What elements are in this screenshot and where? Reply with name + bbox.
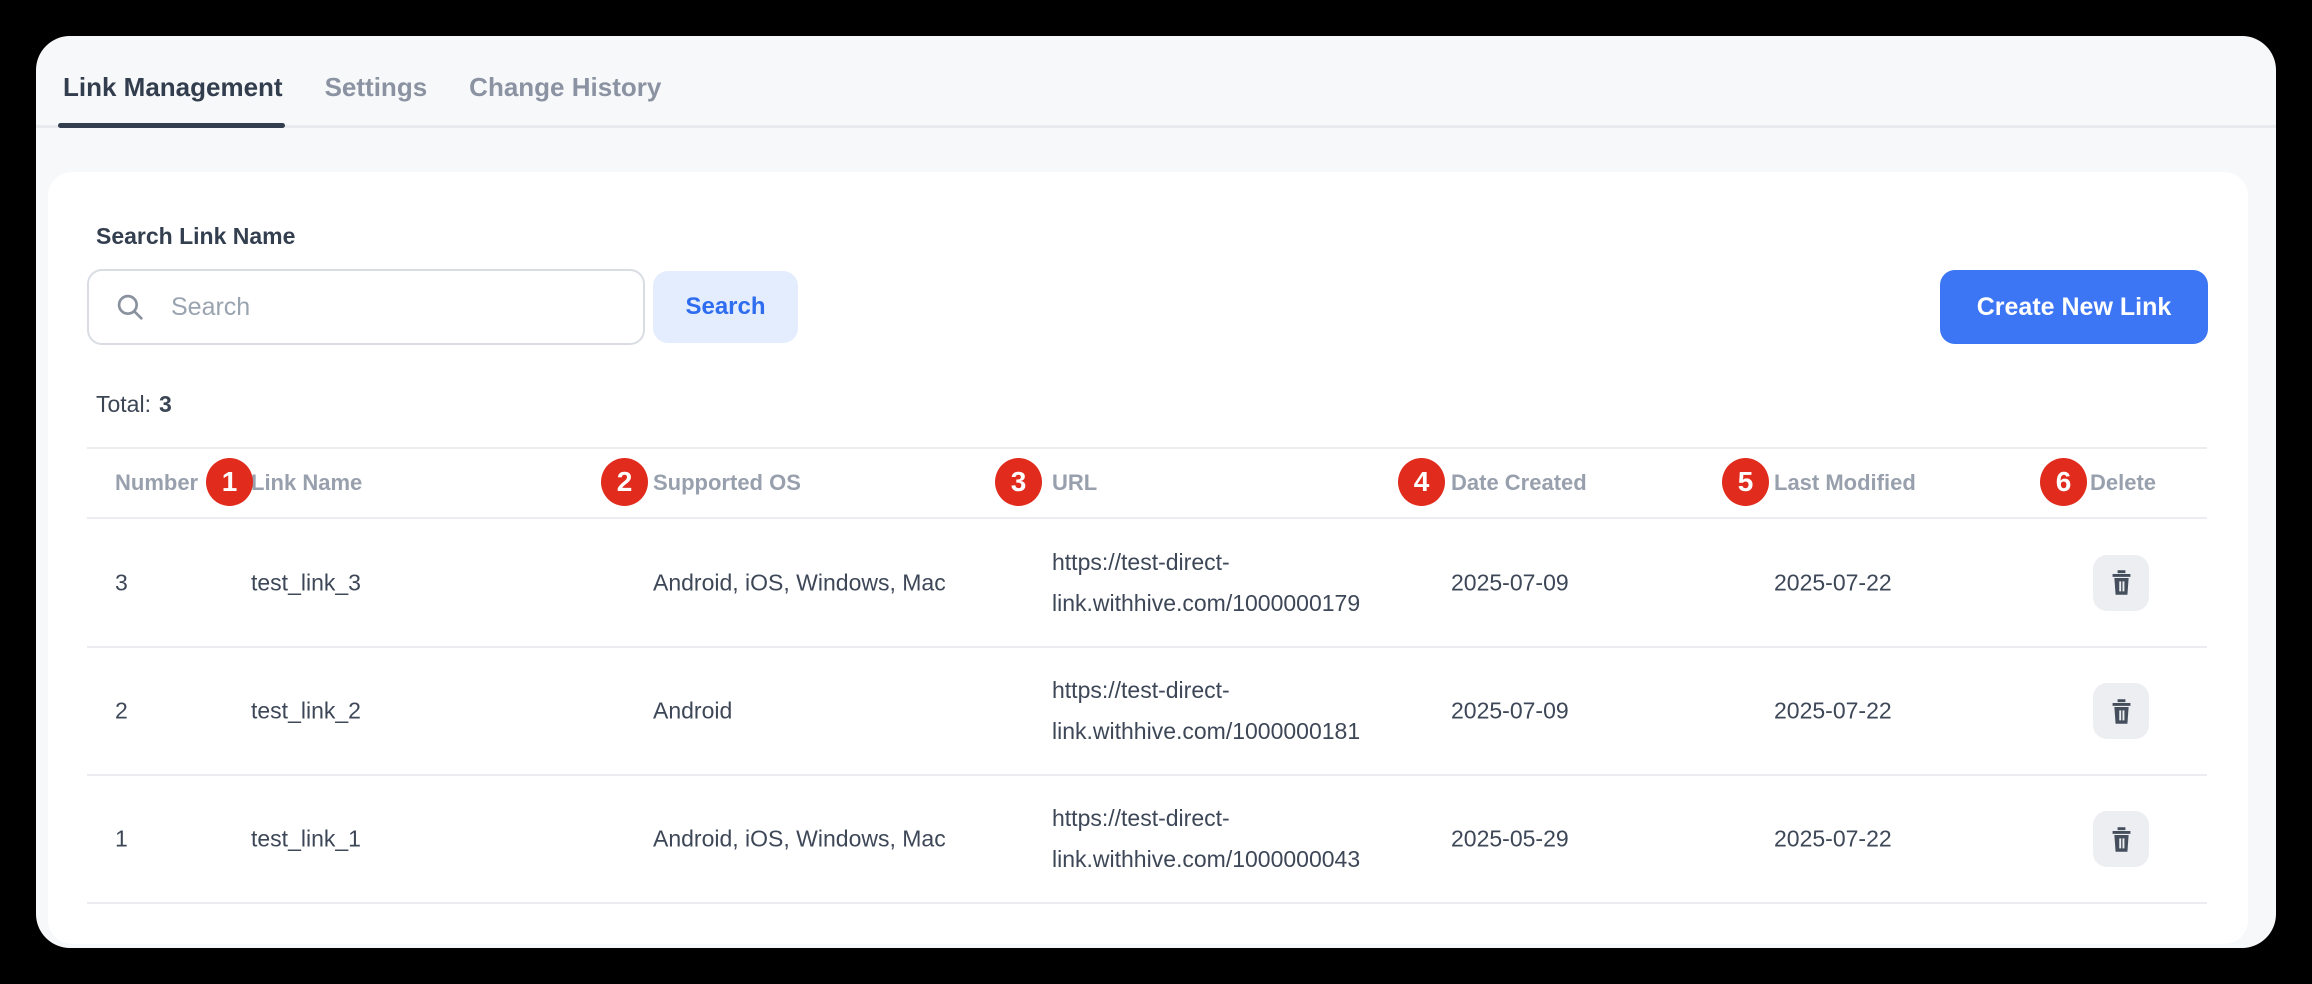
column-header-delete: Delete [2090, 470, 2156, 496]
cell-last-modified: 2025-07-22 [1774, 826, 1892, 853]
cell-last-modified: 2025-07-22 [1774, 698, 1892, 725]
cell-link-name: test_link_2 [251, 698, 361, 725]
app-card: Link Management Settings Change History … [36, 36, 2276, 948]
content-panel: Search Link Name Search Create New Link … [48, 172, 2248, 944]
tab-change-history[interactable]: Change History [469, 50, 661, 125]
cell-url: https://test-direct- link.withhive.com/1… [1052, 542, 1360, 624]
cell-number: 1 [115, 826, 128, 853]
cell-date-created: 2025-07-09 [1451, 698, 1569, 725]
column-header-link-name: Link Name [251, 470, 362, 496]
tab-settings[interactable]: Settings [325, 50, 428, 125]
cell-link-name: test_link_1 [251, 826, 361, 853]
delete-button[interactable] [2093, 811, 2149, 867]
cell-date-created: 2025-05-29 [1451, 826, 1569, 853]
table-row: 1 test_link_1 Android, iOS, Windows, Mac… [87, 776, 2207, 904]
trash-icon [2108, 568, 2135, 597]
url-line: link.withhive.com/1000000043 [1052, 839, 1360, 880]
cell-number: 2 [115, 698, 128, 725]
delete-button[interactable] [2093, 555, 2149, 611]
search-input-wrapper [87, 269, 645, 345]
delete-button[interactable] [2093, 683, 2149, 739]
table-row: 3 test_link_3 Android, iOS, Windows, Mac… [87, 519, 2207, 648]
annotation-badge-5: 5 [1722, 458, 1769, 506]
cell-url: https://test-direct- link.withhive.com/1… [1052, 670, 1360, 752]
cell-supported-os: Android, iOS, Windows, Mac [653, 569, 946, 596]
cell-last-modified: 2025-07-22 [1774, 569, 1892, 596]
links-table: Number Link Name Supported OS URL Date C… [87, 447, 2207, 904]
trash-icon [2108, 825, 2135, 854]
cell-date-created: 2025-07-09 [1451, 569, 1569, 596]
create-new-link-button[interactable]: Create New Link [1940, 270, 2208, 344]
annotation-badge-2: 2 [601, 458, 648, 506]
search-button[interactable]: Search [653, 271, 798, 343]
column-header-last-modified: Last Modified [1774, 470, 1916, 496]
url-line: link.withhive.com/1000000181 [1052, 711, 1360, 752]
cell-url: https://test-direct- link.withhive.com/1… [1052, 798, 1360, 880]
table-row: 2 test_link_2 Android https://test-direc… [87, 648, 2207, 776]
url-line: https://test-direct- [1052, 670, 1360, 711]
tab-link-management[interactable]: Link Management [63, 50, 283, 125]
column-header-supported-os: Supported OS [653, 470, 801, 496]
annotation-badge-6: 6 [2040, 458, 2087, 506]
total-count: Total: 3 [96, 391, 172, 418]
annotation-badge-1: 1 [206, 458, 253, 506]
cell-supported-os: Android, iOS, Windows, Mac [653, 826, 946, 853]
annotation-badge-4: 4 [1398, 458, 1445, 506]
total-value: 3 [159, 391, 172, 417]
url-line: link.withhive.com/1000000179 [1052, 583, 1360, 624]
total-label: Total: [96, 391, 151, 417]
cell-number: 3 [115, 569, 128, 596]
cell-link-name: test_link_3 [251, 569, 361, 596]
url-line: https://test-direct- [1052, 798, 1360, 839]
search-section-label: Search Link Name [96, 223, 295, 250]
url-line: https://test-direct- [1052, 542, 1360, 583]
search-icon [113, 290, 147, 324]
column-header-number: Number [115, 470, 198, 496]
annotation-badge-3: 3 [995, 458, 1042, 506]
column-header-date-created: Date Created [1451, 470, 1587, 496]
tab-bar: Link Management Settings Change History [36, 36, 2276, 128]
trash-icon [2108, 697, 2135, 726]
cell-supported-os: Android [653, 698, 732, 725]
search-input[interactable] [169, 292, 623, 323]
table-header-row: Number Link Name Supported OS URL Date C… [87, 447, 2207, 519]
column-header-url: URL [1052, 470, 1097, 496]
screenshot-stage: Link Management Settings Change History … [0, 0, 2312, 984]
